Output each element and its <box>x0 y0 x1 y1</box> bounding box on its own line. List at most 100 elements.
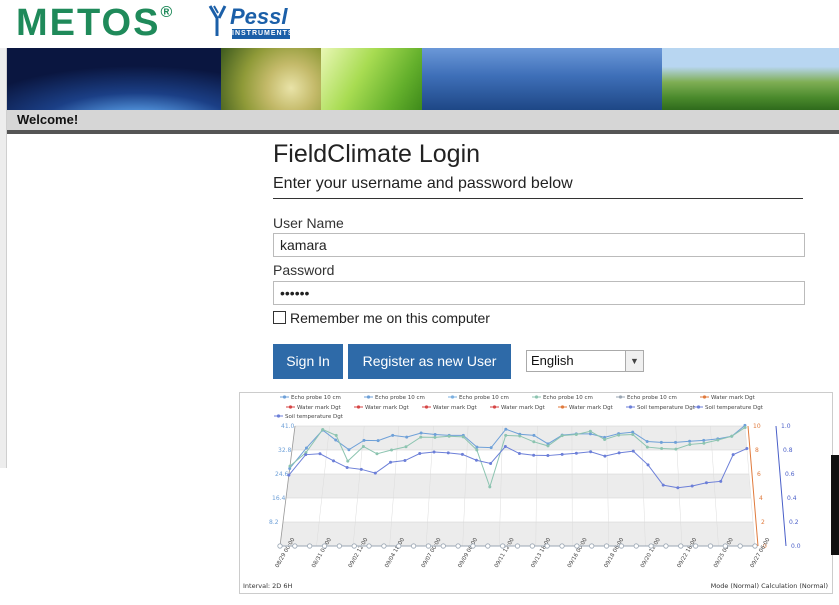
y-tick-label: 41.0 <box>281 423 295 430</box>
banner-leaves-image <box>321 48 422 110</box>
series-point <box>504 427 508 431</box>
series-point <box>660 447 664 451</box>
series-point <box>334 433 338 437</box>
series-point <box>304 446 308 450</box>
password-label: Password <box>273 262 335 278</box>
banner-earth-image <box>7 48 221 110</box>
series-point <box>688 439 692 443</box>
series-point <box>461 435 465 439</box>
series-point <box>737 543 743 549</box>
grid-band <box>280 522 755 546</box>
chart-svg: Echo probe 10 cm Echo probe 10 cm Echo pro… <box>243 395 828 590</box>
series-point <box>418 452 422 456</box>
language-selected: English <box>531 353 574 368</box>
series-point <box>532 440 536 444</box>
series-point <box>648 543 654 549</box>
series-point <box>574 432 578 436</box>
series-point <box>277 543 283 549</box>
series-point <box>475 445 479 449</box>
series-point <box>485 543 491 549</box>
series-point <box>307 543 313 549</box>
y2-tick-label: 6 <box>757 471 761 478</box>
pessl-mark-icon <box>208 5 227 36</box>
legend-entry: Echo probe 10 cm <box>627 395 677 401</box>
series-point <box>546 454 550 458</box>
legend-entry: Soil temperature Dgt <box>637 405 696 411</box>
series-point <box>475 448 479 452</box>
legend-marker <box>366 395 371 399</box>
series-point <box>474 458 478 462</box>
username-field[interactable]: kamara <box>273 233 805 257</box>
series-point <box>589 543 595 549</box>
series-point <box>489 461 493 465</box>
series-point <box>351 543 357 549</box>
series-point <box>704 481 708 485</box>
series-point <box>504 433 508 437</box>
series-point <box>389 460 393 464</box>
series-point <box>532 453 536 457</box>
legend-entry: Echo probe 10 cm <box>543 395 593 401</box>
password-field[interactable]: •••••• <box>273 281 805 305</box>
series-point <box>405 435 409 439</box>
y2-tick-label: 2 <box>761 519 765 526</box>
series-point <box>702 441 706 445</box>
legend-marker <box>618 395 623 399</box>
banner-rain-image <box>422 48 662 110</box>
left-edge-strip <box>0 48 7 468</box>
sign-in-button[interactable]: Sign In <box>273 344 343 379</box>
series-point <box>693 543 699 549</box>
series-point <box>447 434 451 438</box>
series-point <box>676 486 680 490</box>
metos-logo: METOS® <box>16 2 175 44</box>
legend-marker <box>356 405 361 409</box>
series-point <box>446 451 450 455</box>
series-point <box>560 434 564 438</box>
welcome-text: Welcome! <box>17 112 79 127</box>
series-point <box>589 450 593 454</box>
legend-entry: Water mark Dgt <box>433 405 478 411</box>
series-point <box>546 444 550 448</box>
legend-marker <box>702 395 707 399</box>
pessl-logo: Pessl INSTRUMENTS <box>208 2 293 40</box>
series-point <box>603 437 607 441</box>
remember-checkbox[interactable] <box>273 311 286 324</box>
chevron-down-icon[interactable]: ▼ <box>625 351 643 371</box>
series-point <box>518 434 522 438</box>
legend-entry: Echo probe 10 cm <box>375 395 425 401</box>
series-point <box>321 428 325 432</box>
series-point <box>603 543 610 549</box>
y3-tick-label: 1.0 <box>781 423 791 430</box>
series-point <box>375 452 379 456</box>
series-point <box>661 483 665 487</box>
series-point <box>631 449 635 453</box>
series-point <box>489 446 493 450</box>
series-point <box>373 471 377 475</box>
legend-entry: Soil temperature Dgt <box>705 405 764 411</box>
series-point <box>419 435 423 439</box>
series-point <box>376 439 380 443</box>
series-point <box>336 543 342 549</box>
banner-field-image <box>662 48 839 110</box>
grid-band <box>292 426 747 450</box>
logo-bar: METOS® Pessl INSTRUMENTS <box>0 0 839 48</box>
legend-marker <box>424 405 429 409</box>
legend-entry: Echo probe 10 cm <box>459 395 509 401</box>
y2-tick-label: 10 <box>753 423 761 430</box>
chart-mode-label: Mode (Normal) Calculation (Normal) <box>711 582 828 590</box>
y3-tick-label: 0.2 <box>789 519 799 526</box>
series-point <box>425 543 432 549</box>
series-point <box>381 543 387 549</box>
series-point <box>470 543 476 549</box>
series-point <box>404 445 408 449</box>
series-point <box>500 543 506 549</box>
series-point <box>292 543 298 549</box>
series-point <box>514 543 521 549</box>
language-select[interactable]: English ▼ <box>526 350 644 372</box>
series-point <box>460 452 464 456</box>
series-point <box>646 463 650 467</box>
series-point <box>347 448 351 452</box>
register-button[interactable]: Register as new User <box>348 344 511 379</box>
series-point <box>544 543 550 549</box>
legend-marker <box>534 395 539 399</box>
remember-me[interactable]: Remember me on this computer <box>273 310 490 326</box>
